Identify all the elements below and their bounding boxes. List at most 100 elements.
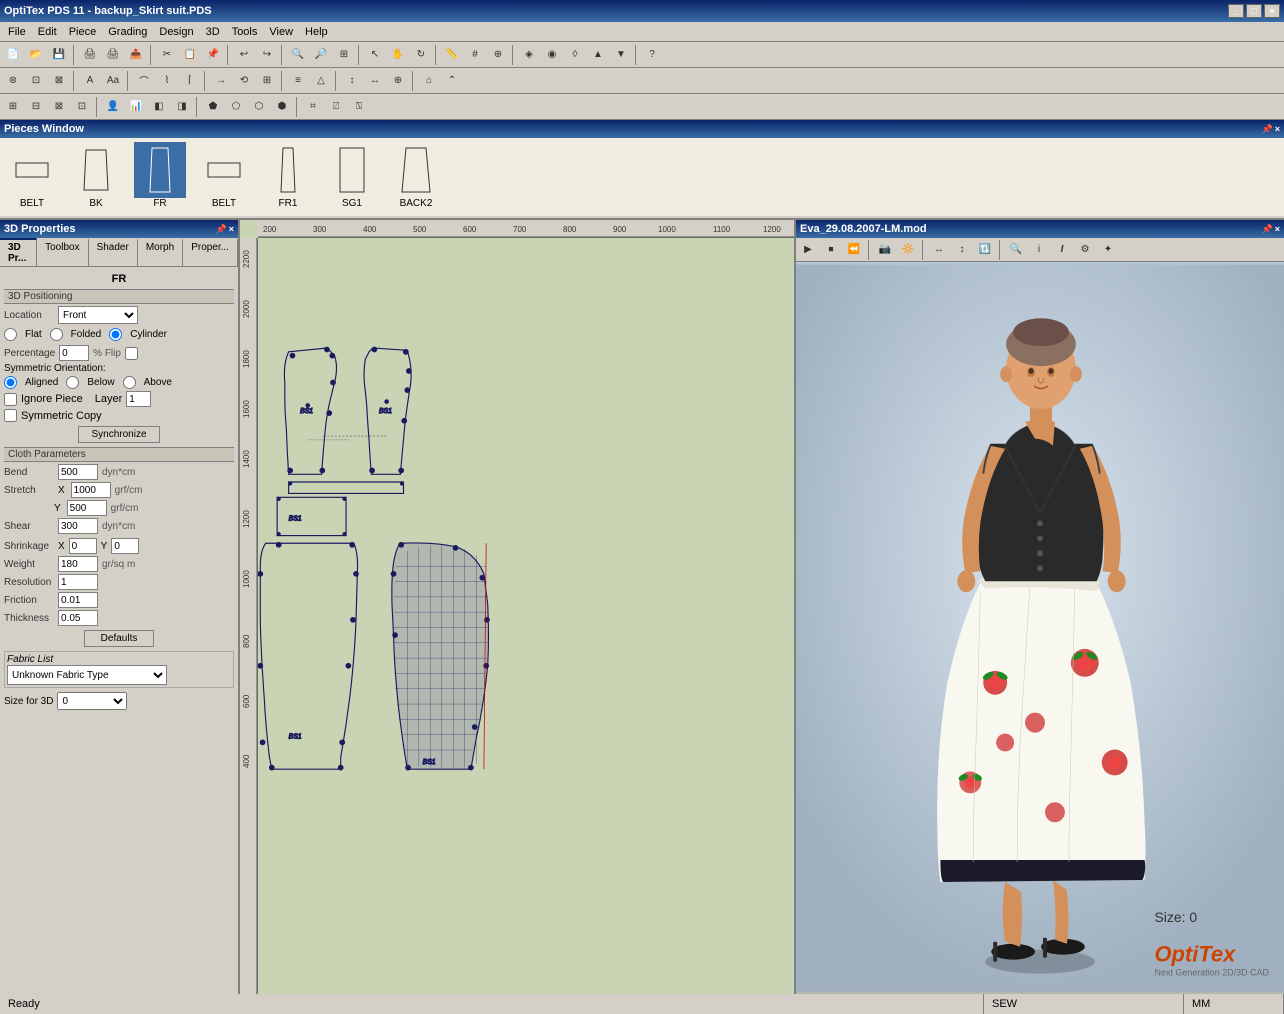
move-button[interactable]: ✋ [387, 44, 409, 66]
pieces-pin-button[interactable]: 📌 [1262, 124, 1273, 135]
tool-o[interactable]: ↔ [364, 70, 386, 92]
tool-k[interactable]: ⊞ [256, 70, 278, 92]
tool-h[interactable]: ⌈ [179, 70, 201, 92]
model-tool-5[interactable]: 🔆 [897, 239, 919, 261]
tab-3dpr[interactable]: 3D Pr... [0, 238, 37, 266]
shrinkage-x-input[interactable] [69, 538, 97, 554]
rotate-button[interactable]: ↻ [410, 44, 432, 66]
piece-belt2[interactable]: BELT [196, 142, 252, 212]
tool-p[interactable]: ⊕ [387, 70, 409, 92]
panel-pin-button[interactable]: 📌 [216, 224, 227, 235]
new-button[interactable]: 📄 [2, 44, 24, 66]
below-radio[interactable] [66, 376, 79, 389]
model-tool-3[interactable]: ⏪ [843, 239, 865, 261]
menu-tools[interactable]: Tools [226, 24, 264, 40]
tool3-f[interactable]: 📊 [125, 96, 147, 118]
tool-r[interactable]: ⌃ [441, 70, 463, 92]
model-tool-2[interactable]: ⏹ [820, 239, 842, 261]
pieces-close-button[interactable]: × [1275, 124, 1280, 135]
defaults-button[interactable]: Defaults [84, 630, 155, 647]
tool-m[interactable]: △ [310, 70, 332, 92]
model-tool-10[interactable]: i [1028, 239, 1050, 261]
menu-file[interactable]: File [2, 24, 32, 40]
tool3-c[interactable]: ⊠ [48, 96, 70, 118]
size-select[interactable]: 0 [57, 692, 127, 710]
tool3-l[interactable]: ⬢ [271, 96, 293, 118]
tool3-m[interactable]: ⌗ [302, 96, 324, 118]
tool-q[interactable]: ⌂ [418, 70, 440, 92]
tool3-e[interactable]: 👤 [102, 96, 124, 118]
tool1-button[interactable]: ◈ [518, 44, 540, 66]
flat-radio[interactable] [4, 328, 17, 341]
open-button[interactable]: 📂 [25, 44, 47, 66]
piece-fr1[interactable]: FR1 [260, 142, 316, 212]
model-tool-1[interactable]: ▶ [797, 239, 819, 261]
fabric-select[interactable]: Unknown Fabric Type [7, 665, 167, 685]
tool4-button[interactable]: ▲ [587, 44, 609, 66]
menu-edit[interactable]: Edit [32, 24, 63, 40]
cylinder-radio[interactable] [109, 328, 122, 341]
friction-input[interactable] [58, 592, 98, 608]
tool-c[interactable]: ⊠ [48, 70, 70, 92]
tool-d[interactable]: A [79, 70, 101, 92]
tool3-j[interactable]: ⬠ [225, 96, 247, 118]
menu-grading[interactable]: Grading [102, 24, 153, 40]
tool3-b[interactable]: ⊟ [25, 96, 47, 118]
piece-belt[interactable]: BELT [4, 142, 60, 212]
stretch-y-input[interactable] [67, 500, 107, 516]
shear-input[interactable] [58, 518, 98, 534]
tool3-h[interactable]: ◨ [171, 96, 193, 118]
tool3-k[interactable]: ⬡ [248, 96, 270, 118]
tool-l[interactable]: ≡ [287, 70, 309, 92]
tool3-d[interactable]: ⊡ [71, 96, 93, 118]
model-tool-7[interactable]: ↕ [951, 239, 973, 261]
model-tool-12[interactable]: ⚙ [1074, 239, 1096, 261]
folded-radio[interactable] [50, 328, 63, 341]
tool3-o[interactable]: ⍂ [348, 96, 370, 118]
bend-input[interactable] [58, 464, 98, 480]
location-select[interactable]: Front Back Left Right [58, 306, 138, 324]
weight-input[interactable] [58, 556, 98, 572]
copy-button[interactable]: 📋 [179, 44, 201, 66]
model-tool-11[interactable]: I [1051, 239, 1073, 261]
menu-piece[interactable]: Piece [63, 24, 103, 40]
close-button[interactable]: × [1264, 4, 1280, 18]
cut-button[interactable]: ✂ [156, 44, 178, 66]
tool3-g[interactable]: ◧ [148, 96, 170, 118]
model-tool-9[interactable]: 🔍 [1005, 239, 1027, 261]
tool5-button[interactable]: ▼ [610, 44, 632, 66]
maximize-button[interactable]: □ [1246, 4, 1262, 18]
resolution-input[interactable] [58, 574, 98, 590]
tool-i[interactable]: → [210, 70, 232, 92]
tab-shader[interactable]: Shader [89, 238, 138, 266]
tab-morph[interactable]: Morph [138, 238, 183, 266]
piece-bk[interactable]: BK [68, 142, 124, 212]
menu-design[interactable]: Design [153, 24, 199, 40]
menu-view[interactable]: View [263, 24, 299, 40]
ignore-piece-checkbox[interactable] [4, 393, 17, 406]
canvas-area[interactable]: BS1 BS1 [258, 238, 794, 994]
tab-proper[interactable]: Proper... [183, 238, 238, 266]
layer-input[interactable] [126, 391, 151, 407]
zoom-out-button[interactable]: 🔎 [310, 44, 332, 66]
tool-b[interactable]: ⊡ [25, 70, 47, 92]
tool-n[interactable]: ↕ [341, 70, 363, 92]
panel-close-button[interactable]: × [229, 224, 234, 235]
synchronize-button[interactable]: Synchronize [78, 426, 159, 443]
tab-toolbox[interactable]: Toolbox [37, 238, 88, 266]
tool2-button[interactable]: ◉ [541, 44, 563, 66]
thickness-input[interactable] [58, 610, 98, 626]
tool-f[interactable]: ⌒ [133, 70, 155, 92]
select-button[interactable]: ↖ [364, 44, 386, 66]
print2-button[interactable]: 🖨 [102, 44, 124, 66]
tool-e[interactable]: Aa [102, 70, 124, 92]
grid-button[interactable]: # [464, 44, 486, 66]
flip-checkbox[interactable] [125, 347, 138, 360]
tool3-i[interactable]: ⬟ [202, 96, 224, 118]
shrinkage-y-input[interactable] [111, 538, 139, 554]
menu-3d[interactable]: 3D [200, 24, 226, 40]
stretch-x-input[interactable] [71, 482, 111, 498]
above-radio[interactable] [123, 376, 136, 389]
paste-button[interactable]: 📌 [202, 44, 224, 66]
tool3-n[interactable]: ⍁ [325, 96, 347, 118]
